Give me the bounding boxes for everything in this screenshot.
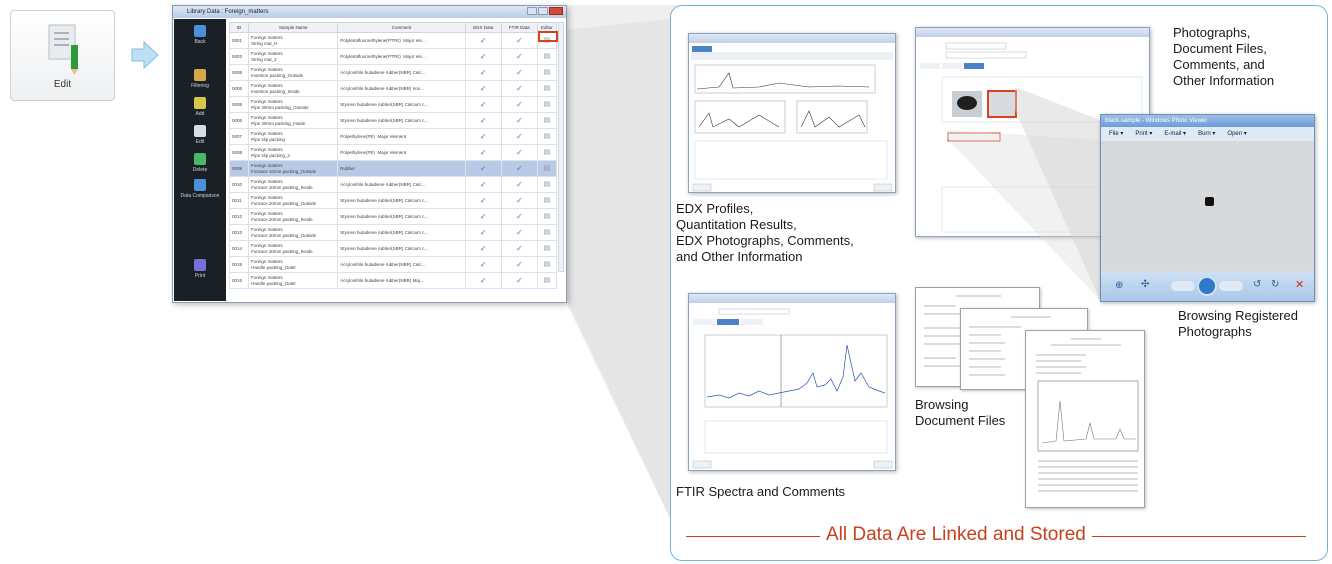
zoom-icon[interactable]: ⊕: [1115, 280, 1123, 291]
ftir-caption: FTIR Spectra and Comments: [676, 484, 846, 499]
photo-viewer-toolbar: ⊕ ✣ ↺ ↻ ✕: [1101, 271, 1314, 301]
delete-icon[interactable]: ✕: [1295, 278, 1304, 291]
menu-print[interactable]: Print ▾: [1135, 130, 1152, 138]
photo-canvas: [1101, 141, 1314, 273]
ftir-window: [688, 293, 896, 471]
black-sample-photo: [1205, 197, 1214, 206]
photo-viewer-menu: File ▾ Print ▾ E-mail ▾ Burn ▾ Open ▾: [1101, 127, 1314, 141]
photo-viewer-window: black-sample - Windows Photo Viewer File…: [1100, 114, 1315, 302]
rotate-left-icon[interactable]: ↺: [1253, 279, 1261, 290]
menu-email[interactable]: E-mail ▾: [1164, 130, 1186, 138]
browse-photos-caption: Browsing Registered Photographs: [1178, 308, 1298, 339]
footer-text: All Data Are Linked and Stored: [820, 524, 1092, 546]
rotate-right-icon[interactable]: ↻: [1271, 279, 1279, 290]
previous-icon[interactable]: [1171, 281, 1195, 291]
ftir-spectrum-chart: [692, 308, 893, 469]
menu-file[interactable]: File ▾: [1109, 130, 1123, 138]
ftir-window-titlebar: [689, 294, 895, 303]
slideshow-icon[interactable]: [1197, 276, 1217, 296]
document-page-3: [1025, 330, 1145, 508]
menu-burn[interactable]: Burn ▾: [1198, 130, 1215, 138]
next-icon[interactable]: [1219, 281, 1243, 291]
menu-open[interactable]: Open ▾: [1227, 130, 1246, 138]
browse-docs-caption: Browsing Document Files: [915, 397, 1006, 428]
photo-viewer-title: black-sample - Windows Photo Viewer: [1101, 115, 1314, 127]
actual-size-icon[interactable]: ✣: [1141, 279, 1149, 290]
